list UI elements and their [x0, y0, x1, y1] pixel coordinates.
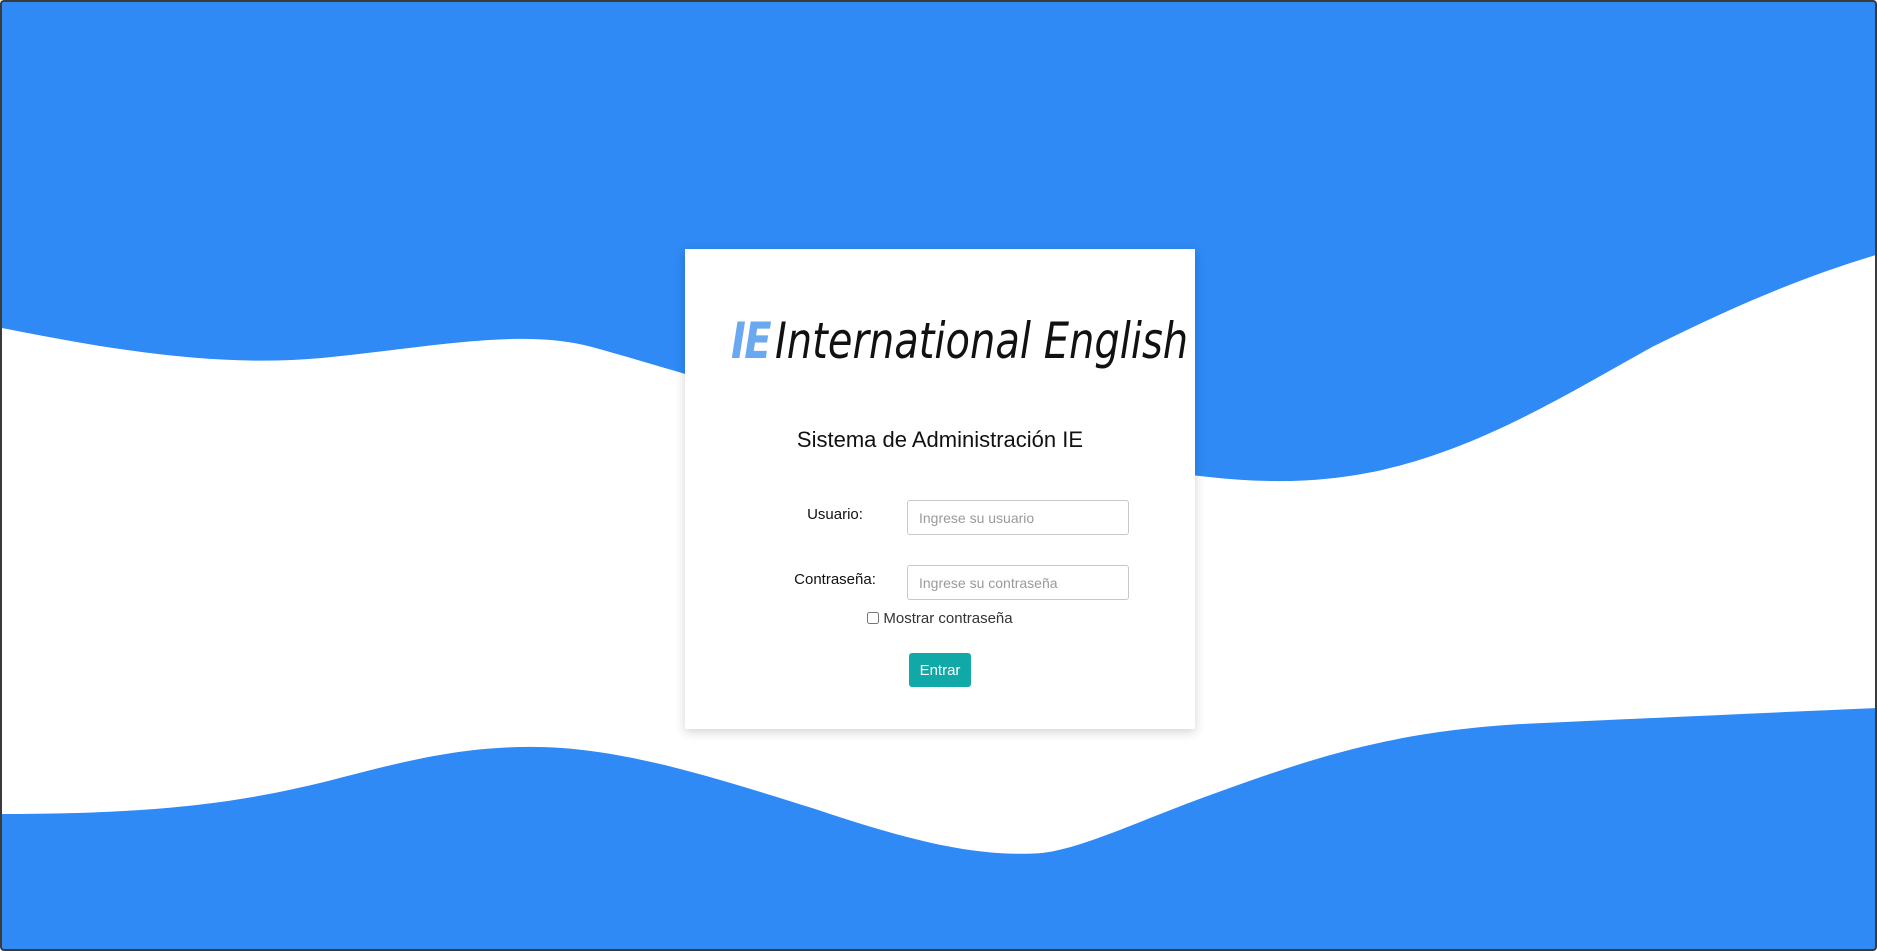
page-background: IE International English Sistema de Admi… — [0, 0, 1877, 951]
username-label: Usuario: — [807, 506, 863, 523]
username-row: Usuario: — [685, 500, 1195, 536]
logo: IE International English — [731, 311, 1188, 377]
username-input[interactable] — [907, 500, 1129, 535]
show-password-checkbox[interactable] — [867, 612, 880, 624]
password-label: Contraseña: — [794, 571, 876, 588]
submit-button[interactable]: Entrar — [909, 653, 971, 687]
login-card: IE International English Sistema de Admi… — [685, 249, 1195, 729]
logo-name: International English — [775, 312, 1189, 370]
password-row: Contraseña: — [685, 565, 1195, 601]
page-title: Sistema de Administración IE — [796, 427, 1084, 452]
password-input[interactable] — [907, 565, 1129, 600]
show-password-label[interactable]: Mostrar contraseña — [883, 610, 1012, 627]
logo-mark: IE — [731, 312, 772, 370]
show-password-row: Mostrar contraseña — [685, 610, 1195, 627]
